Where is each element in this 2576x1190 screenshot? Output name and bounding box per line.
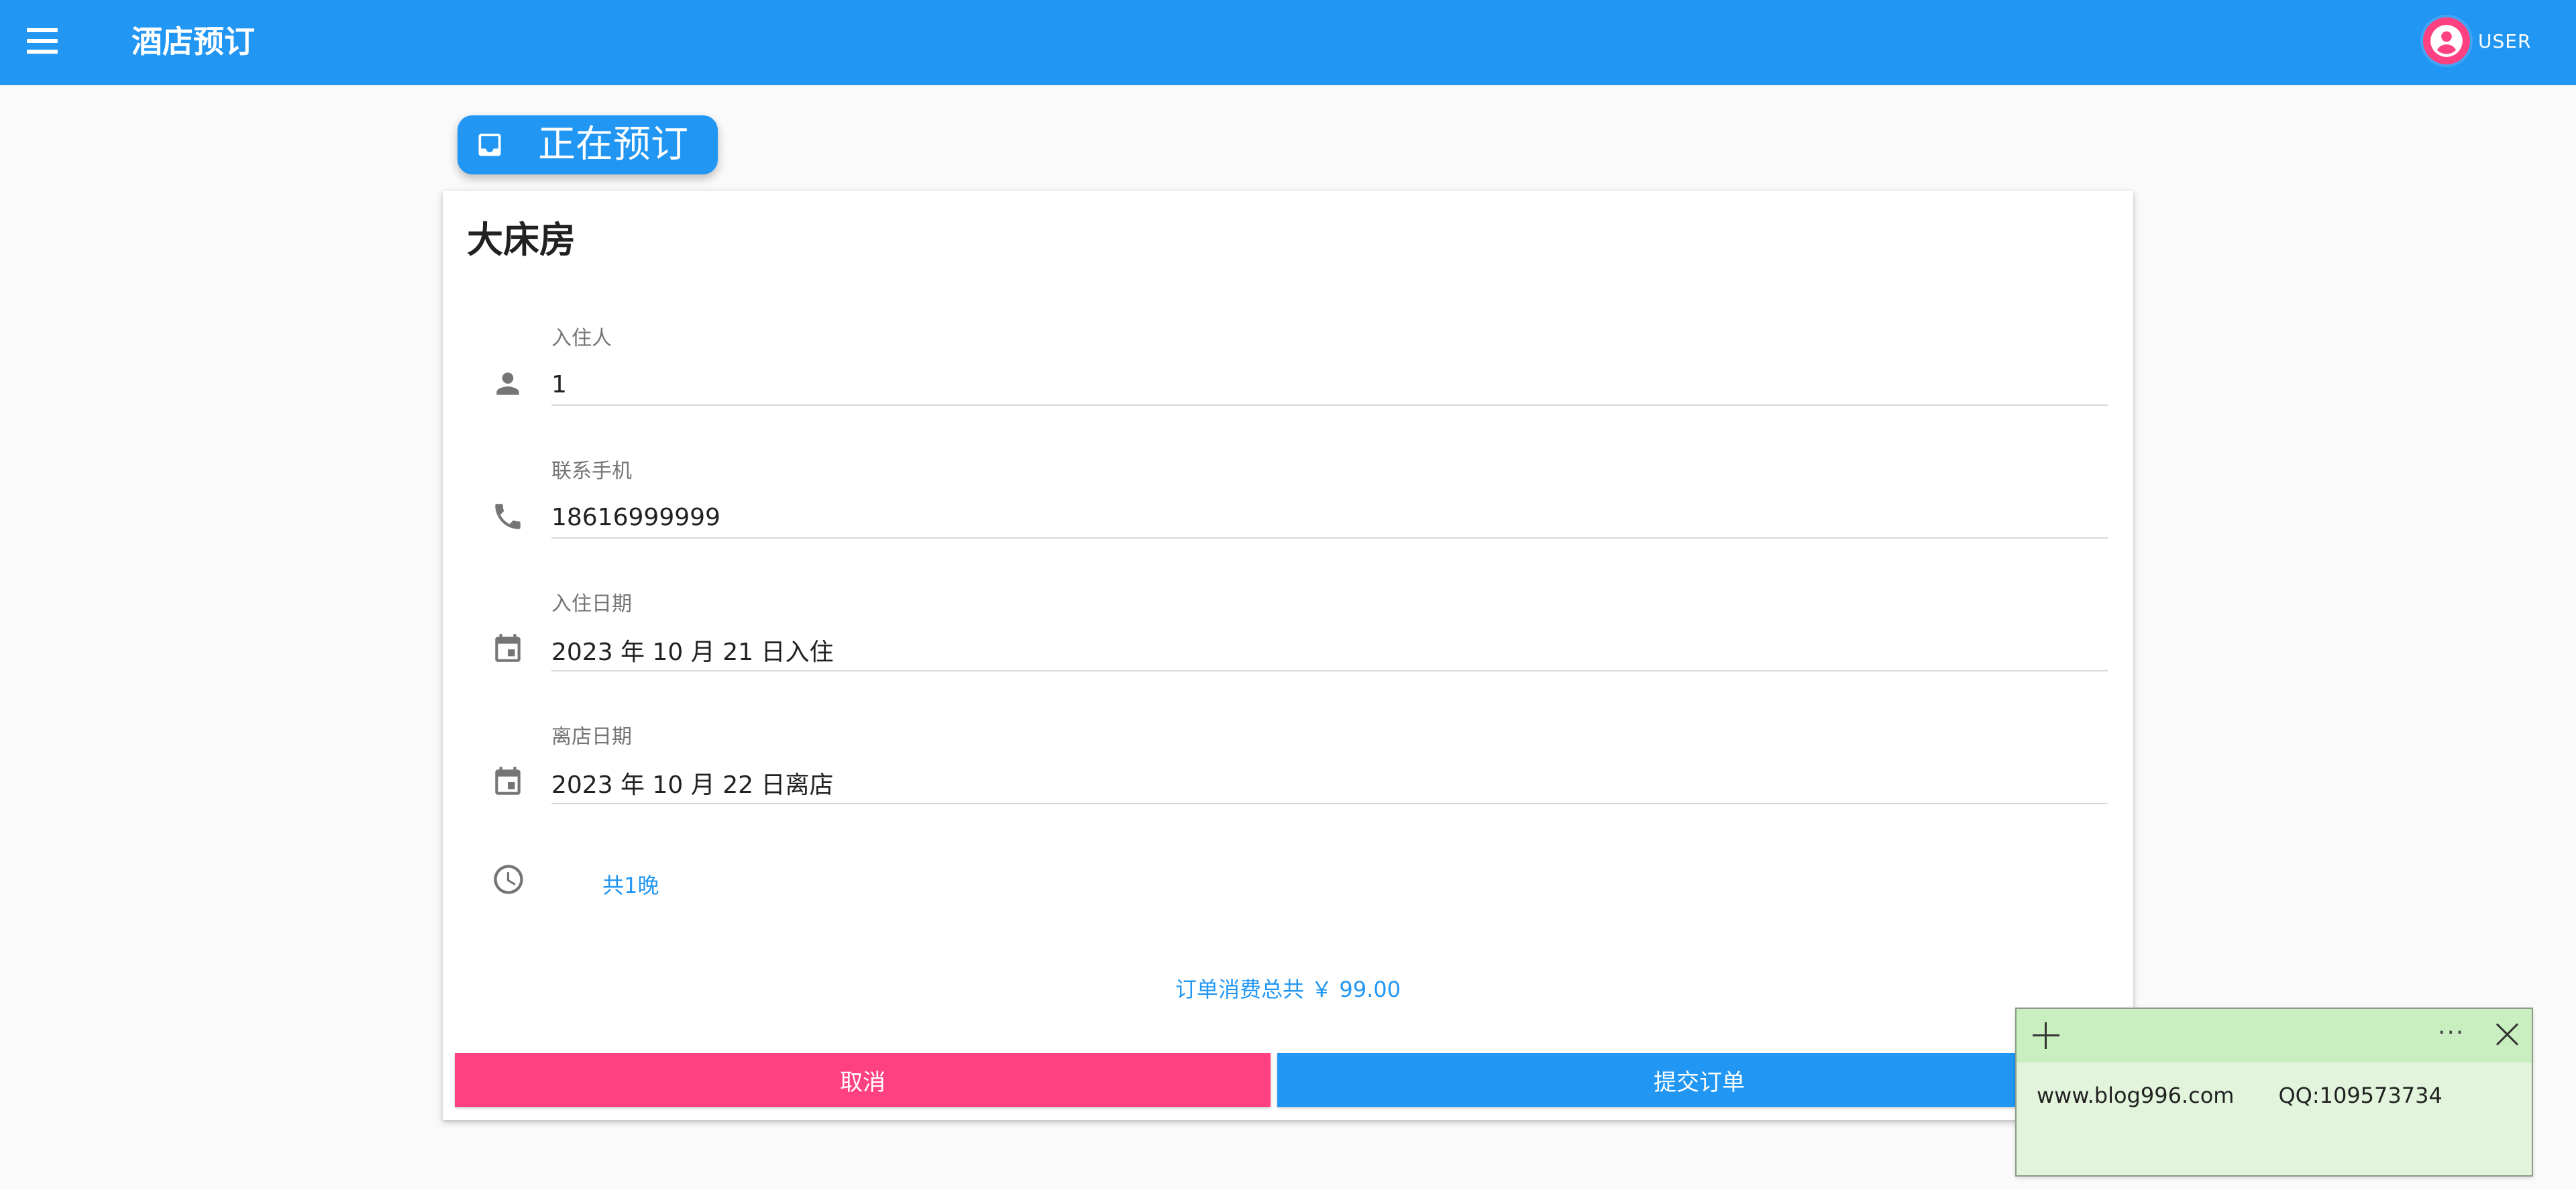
close-icon[interactable] [2494, 1021, 2521, 1048]
room-name: 大床房 [467, 219, 576, 261]
app-bar: 酒店预订 USER [0, 0, 2576, 85]
booking-status-chip: 正在预订 [458, 115, 718, 174]
checkin-date-field: 入住日期 [443, 591, 2133, 692]
nights-summary: 共1晚 [443, 862, 2133, 916]
sticky-note-content[interactable]: www.blog996.com QQ:109573734 [2037, 1079, 2443, 1112]
phone-input[interactable] [551, 497, 2108, 539]
clock-icon [494, 865, 523, 894]
guest-field: 入住人 [443, 325, 2133, 426]
checkout-date-field: 离店日期 [443, 724, 2133, 824]
submit-order-button[interactable]: 提交订单 [1277, 1053, 2121, 1107]
user-menu-button[interactable]: USER [2423, 17, 2531, 64]
phone-label: 联系手机 [551, 459, 632, 483]
guest-label: 入住人 [551, 327, 612, 350]
note-website-text: www.blog996.com [2037, 1083, 2235, 1108]
user-label: USER [2478, 30, 2532, 52]
note-qq-text: QQ:109573734 [2278, 1083, 2443, 1108]
nights-count: 共1晚 [602, 873, 659, 898]
calendar-icon [495, 767, 521, 795]
account-circle-icon [2423, 17, 2470, 64]
checkin-date-label: 入住日期 [551, 592, 632, 616]
sticky-note: ··· www.blog996.com QQ:109573734 [2015, 1008, 2533, 1177]
order-total: 订单消费总共 ￥ 99.00 [1175, 977, 1401, 1002]
checkin-date-input[interactable] [551, 630, 2108, 671]
calendar-icon [495, 634, 521, 662]
more-options-icon[interactable]: ··· [2438, 1018, 2465, 1048]
cancel-button[interactable]: 取消 [455, 1053, 1271, 1107]
checkout-date-input[interactable] [551, 763, 2108, 804]
booking-form-card: 大床房 入住人 联系手机 入住日期 离店日期 共1晚 [443, 191, 2133, 1120]
form-actions: 取消 提交订单 [455, 1053, 2121, 1107]
app-title: 酒店预订 [131, 23, 255, 60]
menu-icon[interactable] [27, 25, 58, 59]
phone-field: 联系手机 [443, 458, 2133, 559]
booking-status-label: 正在预订 [538, 123, 688, 166]
sticky-note-toolbar: ··· [2017, 1009, 2532, 1063]
add-note-icon[interactable] [2031, 1021, 2061, 1050]
phone-icon [495, 504, 521, 529]
inbox-icon [478, 133, 501, 156]
checkout-date-label: 离店日期 [551, 725, 632, 749]
person-icon [496, 372, 519, 395]
guest-input[interactable] [551, 364, 2108, 406]
